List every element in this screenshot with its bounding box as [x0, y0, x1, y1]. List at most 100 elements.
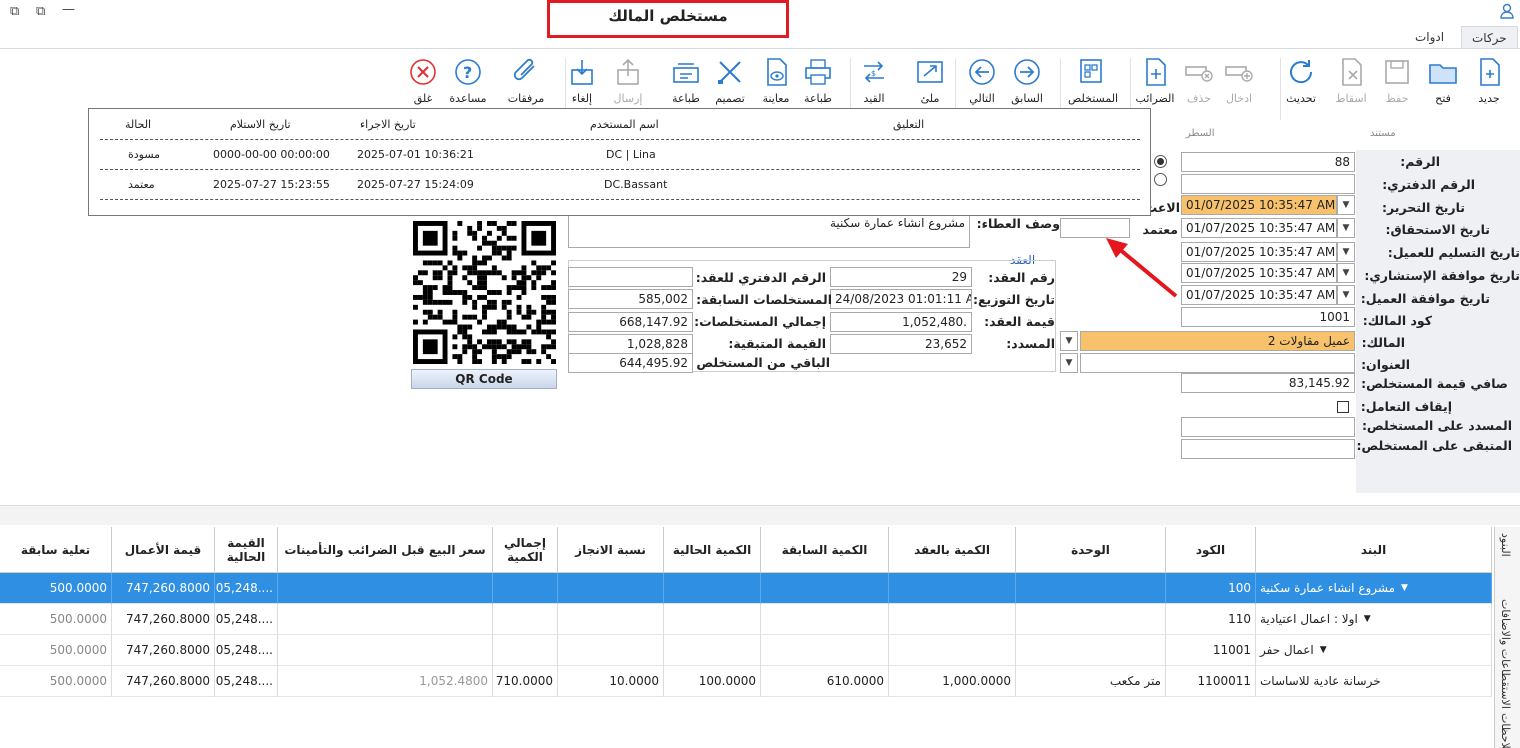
grid-header-qty_contract[interactable]: الكمية بالعقد — [889, 527, 1016, 573]
toolbar-button-21[interactable]: غلق — [400, 56, 446, 105]
grid-cell-cur_value[interactable]: 105,248.... — [215, 666, 278, 697]
toolbar-button-7[interactable]: الضرائب — [1132, 56, 1178, 105]
grid-cell-price[interactable]: 1,052.4800 — [278, 666, 493, 697]
grid-header-cur_value[interactable]: القيمة الحالية — [215, 527, 278, 573]
grid-cell-item[interactable]: ▼ اعمال حفر — [1256, 635, 1492, 666]
contract-book-number-field[interactable] — [568, 267, 693, 287]
due-date-field[interactable]: 01/07/2025 10:35:47 AM — [1181, 218, 1337, 238]
toolbar-button-10[interactable]: التالي — [959, 56, 1005, 105]
paid-on-statement-field[interactable] — [1181, 417, 1355, 437]
grid-cell-qty_contract[interactable] — [889, 604, 1016, 635]
grid-cell-qty_total[interactable] — [493, 635, 558, 666]
qr-code-button[interactable]: QR Code — [411, 369, 557, 389]
edit-date-field[interactable]: 01/07/2025 10:35:47 AM — [1181, 195, 1337, 215]
grid-cell-qty_cur[interactable]: 100.0000 — [664, 666, 761, 697]
maximize-icon[interactable]: ⧉ — [36, 4, 45, 19]
toolbar-button-14[interactable]: معاينة — [753, 56, 799, 105]
grid-cell-qty_prev[interactable] — [761, 604, 889, 635]
grid-cell-qty_total[interactable] — [493, 604, 558, 635]
grid-cell-work_value[interactable]: 747,260.8000 — [112, 666, 215, 697]
grid-header-work_value[interactable]: قيمة الأعمال — [112, 527, 215, 573]
grid-header-pct[interactable]: نسبة الانجاز — [558, 527, 664, 573]
toolbar-button-13[interactable]: طباعة — [795, 56, 841, 105]
toolbar-button-18[interactable]: إلغاء — [559, 56, 605, 105]
grid-cell-code[interactable]: 1100011 — [1166, 666, 1256, 697]
grid-cell-price[interactable] — [278, 604, 493, 635]
grid-cell-item[interactable]: ▼ اولا : اعمال اعتيادية — [1256, 604, 1492, 635]
grid-cell-qty_total[interactable] — [493, 573, 558, 604]
consultant-date-field[interactable]: 01/07/2025 10:35:47 AM — [1181, 263, 1337, 283]
grid-cell-pct[interactable] — [558, 604, 664, 635]
toolbar-button-11[interactable]: ملئ — [907, 56, 953, 105]
toolbar-button-16[interactable]: طباعة — [663, 56, 709, 105]
client-date-field[interactable]: 01/07/2025 10:35:47 AM — [1181, 285, 1337, 305]
total-statements-field[interactable]: 668,147.92 — [568, 312, 693, 332]
grid-cell-work_value[interactable]: 747,260.8000 — [112, 604, 215, 635]
grid-header-qty_prev[interactable]: الكمية السابقة — [761, 527, 889, 573]
remaining-value-field[interactable]: 1,028,828 — [568, 334, 693, 354]
grid-cell-cur_value[interactable]: 105,248.... — [215, 604, 278, 635]
grid-cell-cur_value[interactable]: 105,248.... — [215, 573, 278, 604]
grid-cell-item[interactable]: ▼ مشروع انشاء عمارة سكنية — [1256, 573, 1492, 604]
side-tab-notes[interactable]: ملاحظات — [1499, 713, 1512, 748]
chevron-down-icon[interactable]: ▼ — [1337, 195, 1355, 215]
grid-cell-prev_raise[interactable]: 500.0000 — [0, 635, 112, 666]
toolbar-button-12[interactable]: $ القيد — [851, 56, 897, 105]
toolbar-button-20[interactable]: ? مساعدة — [445, 56, 491, 105]
remaining-on-statement-field[interactable] — [1181, 439, 1355, 459]
expand-arrow-icon[interactable]: ▼ — [1320, 645, 1327, 655]
grid-cell-cur_value[interactable]: 105,248.... — [215, 635, 278, 666]
remaining-of-statement-field[interactable]: 644,495.92 — [568, 353, 693, 373]
grid-cell-qty_prev[interactable] — [761, 573, 889, 604]
distribution-date-field[interactable]: 24/08/2023 01:01:11 AM — [830, 289, 972, 309]
grid-header-prev_raise[interactable]: تعلية سابقة — [0, 527, 112, 573]
grid-cell-price[interactable] — [278, 635, 493, 666]
chevron-down-icon[interactable]: ▼ — [1337, 285, 1355, 305]
stop-dealing-checkbox[interactable] — [1337, 401, 1349, 413]
grid-cell-unit[interactable] — [1016, 635, 1166, 666]
owner-code-field[interactable]: 1001 — [1181, 307, 1355, 327]
toolbar-button-0[interactable]: جديد — [1466, 56, 1512, 105]
side-tab-deductions[interactable]: الاستقطاعات والاضافات — [1499, 599, 1512, 729]
previous-statements-field[interactable]: 585,002 — [568, 289, 693, 309]
chevron-down-icon[interactable]: ▼ — [1337, 263, 1355, 283]
grid-cell-prev_raise[interactable]: 500.0000 — [0, 666, 112, 697]
owner-field[interactable]: عميل مقاولات 2 — [1080, 331, 1355, 351]
grid-cell-prev_raise[interactable]: 500.0000 — [0, 573, 112, 604]
chevron-down-icon[interactable]: ▼ — [1060, 353, 1078, 373]
user-icon[interactable] — [1500, 3, 1514, 19]
toolbar-button-8[interactable]: المستخلص — [1068, 56, 1118, 105]
toolbar-button-2[interactable]: حفظ — [1374, 56, 1420, 105]
grid-cell-pct[interactable] — [558, 635, 664, 666]
grid-header-qty_total[interactable]: إجمالي الكمية — [493, 527, 558, 573]
toolbar-button-19[interactable]: مرفقات — [503, 56, 549, 105]
grid-cell-qty_cur[interactable] — [664, 635, 761, 666]
tab-tools[interactable]: ادوات — [1405, 26, 1454, 48]
chevron-down-icon[interactable]: ▼ — [1060, 331, 1078, 351]
side-tab-items[interactable]: البنود — [1499, 533, 1512, 593]
chevron-down-icon[interactable]: ▼ — [1337, 218, 1355, 238]
grid-header-unit[interactable]: الوحدة — [1016, 527, 1166, 573]
tab-transactions[interactable]: حركات — [1461, 26, 1518, 48]
restore-icon[interactable]: ⧉ — [10, 4, 19, 19]
grid-cell-prev_raise[interactable]: 500.0000 — [0, 604, 112, 635]
book-number-field[interactable] — [1181, 174, 1355, 194]
grid-cell-price[interactable] — [278, 573, 493, 604]
toolbar-button-17[interactable]: إرسال — [605, 56, 651, 105]
address-field[interactable] — [1080, 353, 1355, 373]
grid-cell-code[interactable]: 11001 — [1166, 635, 1256, 666]
contract-value-field[interactable]: 1,052,480. — [830, 312, 972, 332]
grid-cell-code[interactable]: 110 — [1166, 604, 1256, 635]
contract-paid-field[interactable]: 23,652 — [830, 334, 972, 354]
expand-arrow-icon[interactable]: ▼ — [1364, 614, 1371, 624]
grid-header-code[interactable]: الكود — [1166, 527, 1256, 573]
grid-cell-unit[interactable] — [1016, 604, 1166, 635]
toolbar-button-4[interactable]: تحديث — [1278, 56, 1324, 105]
minimize-icon[interactable]: — — [62, 2, 75, 17]
grid-cell-pct[interactable]: 10.0000 — [558, 666, 664, 697]
grid-cell-qty_contract[interactable] — [889, 635, 1016, 666]
toolbar-button-1[interactable]: فتح — [1420, 56, 1466, 105]
grid-cell-pct[interactable] — [558, 573, 664, 604]
grid-cell-qty_cur[interactable] — [664, 573, 761, 604]
delivery-date-field[interactable]: 01/07/2025 10:35:47 AM — [1181, 242, 1337, 262]
